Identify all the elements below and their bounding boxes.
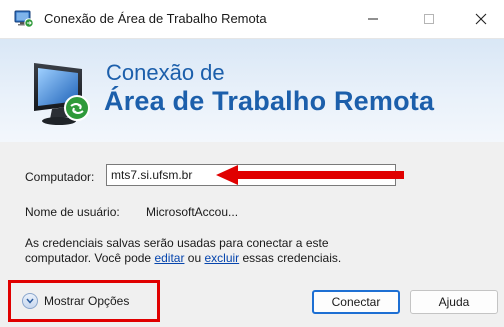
close-button[interactable] [458, 0, 504, 38]
edit-credentials-link[interactable]: editar [154, 251, 184, 265]
remote-desktop-monitor-icon [30, 59, 98, 129]
window-title: Conexão de Área de Trabalho Remota [44, 11, 267, 26]
show-options-button[interactable]: Mostrar Opções [22, 291, 129, 311]
banner-title-line1: Conexão de [106, 60, 225, 85]
remote-desktop-icon [14, 10, 34, 28]
help-button[interactable]: Ajuda [410, 290, 498, 314]
minimize-button[interactable] [350, 0, 396, 38]
title-bar[interactable]: Conexão de Área de Trabalho Remota [0, 0, 504, 39]
username-label: Nome de usuário: [25, 205, 120, 219]
credentials-text-part2: ou [184, 251, 205, 265]
show-options-label: Mostrar Opções [44, 294, 130, 308]
red-arrow-icon [216, 165, 404, 185]
chevron-down-circle-icon [22, 293, 38, 309]
rdp-window: Conexão de Área de Trabalho Remota Conex… [0, 0, 504, 327]
close-icon [475, 13, 487, 25]
minimize-icon [368, 18, 378, 20]
computer-label: Computador: [25, 170, 95, 184]
banner: Conexão de Área de Trabalho Remota [0, 39, 504, 142]
delete-credentials-link[interactable]: excluir [204, 251, 239, 265]
username-value: MicrosoftAccou... [146, 205, 239, 219]
connect-button[interactable]: Conectar [312, 290, 400, 314]
maximize-button[interactable] [406, 0, 452, 38]
maximize-icon [424, 14, 434, 24]
banner-title-line2: Área de Trabalho Remota [104, 86, 435, 116]
credentials-text: As credenciais salvas serão usadas para … [25, 236, 385, 266]
credentials-text-part3: essas credenciais. [239, 251, 342, 265]
